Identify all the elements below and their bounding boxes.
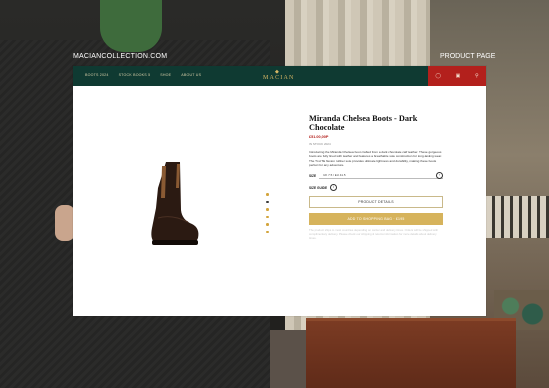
gallery-dots (266, 193, 269, 233)
size-label: SIZE (309, 173, 317, 178)
background-person-shirt (100, 0, 162, 52)
product-image-boot (151, 162, 199, 245)
bag-icon[interactable]: ▣ (456, 73, 461, 79)
product-page-frame: BOOTS 2024 STOCK BOOKS 5 SHOE ABOUT US ◆… (73, 66, 486, 316)
site-label: MACIANCOLLECTION.COM (73, 53, 168, 60)
nav-link-stock-books[interactable]: STOCK BOOKS 5 (119, 73, 151, 77)
background-dresser (306, 318, 516, 388)
product-title: Miranda Chelsea Boots - Dark Chocolate (309, 114, 418, 132)
navbar: BOOTS 2024 STOCK BOOKS 5 SHOE ABOUT US ◆… (73, 66, 486, 86)
availability-text: IN STOCK 2024 (309, 142, 331, 146)
nav-link-boots[interactable]: BOOTS 2024 (85, 73, 109, 77)
section-label: PRODUCT PAGE (440, 53, 496, 60)
size-select-chevron-icon: › (436, 171, 443, 179)
size-row: SIZE UK 7.5 / EU 41.5 › (309, 171, 443, 180)
nav-link-about[interactable]: ABOUT US (181, 73, 201, 77)
nav-link-shoe[interactable]: SHOE (160, 73, 171, 77)
product-details-button[interactable]: PRODUCT DETAILS (309, 196, 443, 209)
size-guide-link[interactable]: SIZE GUIDE (309, 186, 327, 190)
logo-mark-icon: ◆ (275, 69, 279, 75)
product-details: Miranda Chelsea Boots - Dark Chocolate £… (309, 114, 443, 241)
nav-links: BOOTS 2024 STOCK BOOKS 5 SHOE ABOUT US (85, 73, 201, 77)
search-icon[interactable]: ⚲ (475, 73, 479, 79)
gallery-dot-active[interactable] (266, 200, 269, 203)
account-icon[interactable]: ◯ (435, 73, 441, 79)
gallery-dot[interactable] (266, 223, 269, 226)
size-select[interactable]: UK 7.5 / EU 41.5 › (319, 171, 443, 180)
nav-icon-bar: ◯ ▣ ⚲ (428, 66, 486, 86)
gallery-dot[interactable] (266, 230, 269, 233)
info-icon[interactable]: i (330, 184, 338, 192)
gallery-dot[interactable] (266, 208, 269, 211)
gallery-dot[interactable] (266, 193, 269, 196)
background-person-hand (55, 205, 75, 241)
product-description: Introducing the Miranda Chelsea boot cra… (309, 150, 442, 167)
logo[interactable]: MACIAN (263, 75, 295, 81)
add-to-bag-button[interactable]: ADD TO SHOPPING BAG · £195 (309, 213, 443, 226)
gallery-dot[interactable] (266, 215, 269, 218)
size-guide-row: SIZE GUIDE i (309, 184, 443, 192)
shipping-fine-print: The product ships to most countries depe… (309, 228, 439, 240)
product-price: £51.00,00P (309, 135, 329, 139)
size-select-value: UK 7.5 / EU 41.5 (323, 173, 346, 178)
background-greek-key (486, 196, 549, 238)
